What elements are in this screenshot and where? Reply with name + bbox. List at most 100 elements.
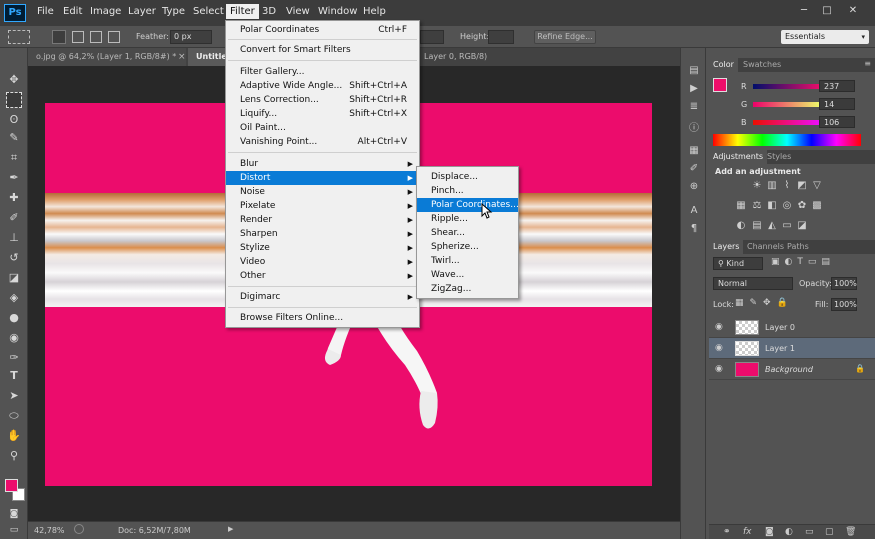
new-selection-icon[interactable] xyxy=(52,30,66,44)
menu-filter[interactable]: Filter xyxy=(226,4,259,19)
menu-select[interactable]: Select xyxy=(193,6,224,17)
screen-mode-icon[interactable]: ▭ xyxy=(6,522,22,538)
green-slider[interactable] xyxy=(753,102,821,107)
mask-icon[interactable]: ◙ xyxy=(765,527,774,537)
fx-icon[interactable]: fx xyxy=(743,527,752,537)
layer-row-layer-1[interactable]: ◉ Layer 1 xyxy=(709,338,875,359)
adjustment-layer-icon[interactable]: ◐ xyxy=(785,527,793,537)
tab-document-2[interactable]: Untitled xyxy=(188,48,228,66)
menu-item-zigzag[interactable]: ZigZag... xyxy=(417,282,518,296)
menu-item-video[interactable]: Video ▶ xyxy=(226,255,419,269)
menu-item-lens-correction[interactable]: Lens Correction... Shift+Ctrl+R xyxy=(226,93,419,107)
layer-row-layer-0[interactable]: ◉ Layer 0 xyxy=(709,317,875,338)
red-value-input[interactable]: 237 xyxy=(819,80,855,92)
green-value-input[interactable]: 14 xyxy=(819,98,855,110)
color-foreground-swatch[interactable] xyxy=(713,78,727,92)
workspace-select[interactable]: Essentials ▾ xyxy=(781,30,869,44)
visibility-eye-icon[interactable]: ◉ xyxy=(715,343,723,353)
tab-styles[interactable]: Styles xyxy=(763,150,795,164)
menu-item-browse-filters-online[interactable]: Browse Filters Online... xyxy=(226,311,419,325)
channel-mixer-icon[interactable]: ✿ xyxy=(796,200,808,212)
blend-mode-select[interactable]: Normal xyxy=(713,277,793,290)
invert-icon[interactable]: ◐ xyxy=(735,220,747,232)
menu-item-vanishing-point[interactable]: Vanishing Point... Alt+Ctrl+V xyxy=(226,135,419,149)
restore-icon[interactable]: □ xyxy=(820,4,834,17)
history-panel-icon[interactable]: ▤ xyxy=(687,64,701,78)
marquee-tool-icon[interactable] xyxy=(6,92,22,108)
subtract-selection-icon[interactable] xyxy=(90,31,102,43)
selective-color-icon[interactable]: ◪ xyxy=(796,220,808,232)
menu-item-distort[interactable]: Distort ▶ xyxy=(226,171,419,185)
menu-item-displace[interactable]: Displace... xyxy=(417,170,518,184)
photo-filter-icon[interactable]: ◎ xyxy=(781,200,793,212)
layer-filter-kind[interactable]: ⚲ Kind xyxy=(713,257,763,270)
fill-input[interactable]: 100% xyxy=(831,298,857,311)
layer-filter-icons[interactable]: ▣◐T▭▤ xyxy=(771,257,861,270)
quick-select-tool-icon[interactable]: ✎ xyxy=(6,130,22,146)
swatches-panel-icon[interactable]: ▦ xyxy=(687,144,701,158)
tab-paths[interactable]: Paths xyxy=(783,240,813,254)
intersect-selection-icon[interactable] xyxy=(108,31,120,43)
feather-input[interactable]: 0 px xyxy=(170,30,212,44)
height-input[interactable] xyxy=(488,30,514,44)
tab-channels[interactable]: Channels xyxy=(743,240,788,254)
close-icon[interactable]: ✕ xyxy=(846,4,860,17)
hue-saturation-icon[interactable]: ▦ xyxy=(735,200,747,212)
menu-view[interactable]: View xyxy=(286,6,310,17)
menu-type[interactable]: Type xyxy=(162,6,185,17)
brightness-contrast-icon[interactable]: ☀ xyxy=(751,180,763,192)
menu-item-noise[interactable]: Noise ▶ xyxy=(226,185,419,199)
eyedropper-tool-icon[interactable]: ✒ xyxy=(6,170,22,186)
menu-item-ripple[interactable]: Ripple... xyxy=(417,212,518,226)
menu-item-spherize[interactable]: Spherize... xyxy=(417,240,518,254)
menu-3d[interactable]: 3D xyxy=(262,6,276,17)
red-slider[interactable] xyxy=(753,84,821,89)
tab-close-icon[interactable]: × xyxy=(178,52,186,62)
menu-item-pinch[interactable]: Pinch... xyxy=(417,184,518,198)
type-tool-icon[interactable]: T xyxy=(6,368,22,384)
menu-item-last-filter[interactable]: Polar Coordinates Ctrl+F xyxy=(226,23,419,37)
levels-icon[interactable]: ▥ xyxy=(766,180,778,192)
shape-tool-icon[interactable]: ⬭ xyxy=(6,408,22,424)
minimize-icon[interactable]: ─ xyxy=(797,4,811,17)
info-panel-icon[interactable]: ⓘ xyxy=(687,122,701,136)
menu-item-oil-paint[interactable]: Oil Paint... xyxy=(226,121,419,135)
brush-panel-icon[interactable]: ✐ xyxy=(687,162,701,176)
menu-item-polar-coordinates[interactable]: Polar Coordinates... xyxy=(417,198,519,212)
vibrance-icon[interactable]: ▽ xyxy=(811,180,823,192)
gradient-map-icon[interactable]: ▭ xyxy=(781,220,793,232)
menu-item-sharpen[interactable]: Sharpen ▶ xyxy=(226,227,419,241)
foreground-color-swatch[interactable] xyxy=(5,479,18,492)
hand-tool-icon[interactable]: ✋ xyxy=(6,428,22,444)
color-spectrum-ramp[interactable] xyxy=(713,134,861,146)
black-white-icon[interactable]: ◧ xyxy=(766,200,778,212)
menu-item-render[interactable]: Render ▶ xyxy=(226,213,419,227)
width-input[interactable] xyxy=(420,30,444,44)
actions-panel-icon[interactable]: ▶ xyxy=(687,82,701,96)
tab-adjustments[interactable]: Adjustments xyxy=(709,150,768,164)
path-select-icon[interactable]: ➤ xyxy=(6,388,22,404)
menu-item-shear[interactable]: Shear... xyxy=(417,226,518,240)
menu-item-adaptive-wide-angle[interactable]: Adaptive Wide Angle... Shift+Ctrl+A xyxy=(226,79,419,93)
history-brush-icon[interactable]: ↺ xyxy=(6,250,22,266)
tab-document-1[interactable]: o.jpg @ 64,2% (Layer 1, RGB/8#) * xyxy=(28,48,186,66)
opacity-input[interactable]: 100% xyxy=(831,277,857,290)
menu-edit[interactable]: Edit xyxy=(63,6,82,17)
menu-item-filter-gallery[interactable]: Filter Gallery... xyxy=(226,65,419,79)
zoom-level[interactable]: 42,78% xyxy=(34,526,65,535)
group-icon[interactable]: ▭ xyxy=(805,527,814,537)
tab-swatches[interactable]: Swatches xyxy=(739,58,785,72)
threshold-icon[interactable]: ◭ xyxy=(766,220,778,232)
healing-tool-icon[interactable]: ✚ xyxy=(6,190,22,206)
stamp-tool-icon[interactable]: ⊥ xyxy=(6,230,22,246)
eraser-tool-icon[interactable]: ◪ xyxy=(6,270,22,286)
color-balance-icon[interactable]: ⚖ xyxy=(751,200,763,212)
add-selection-icon[interactable] xyxy=(72,31,84,43)
character-panel-icon[interactable]: A xyxy=(687,204,701,218)
dodge-tool-icon[interactable]: ◉ xyxy=(6,330,22,346)
blur-tool-icon[interactable]: ● xyxy=(6,310,22,326)
menu-item-twirl[interactable]: Twirl... xyxy=(417,254,518,268)
refine-edge-button[interactable]: Refine Edge... xyxy=(534,30,596,44)
lock-icons[interactable]: ▦✎✥🔒 xyxy=(735,298,794,308)
layer-row-background[interactable]: ◉ Background 🔒 xyxy=(709,359,875,380)
